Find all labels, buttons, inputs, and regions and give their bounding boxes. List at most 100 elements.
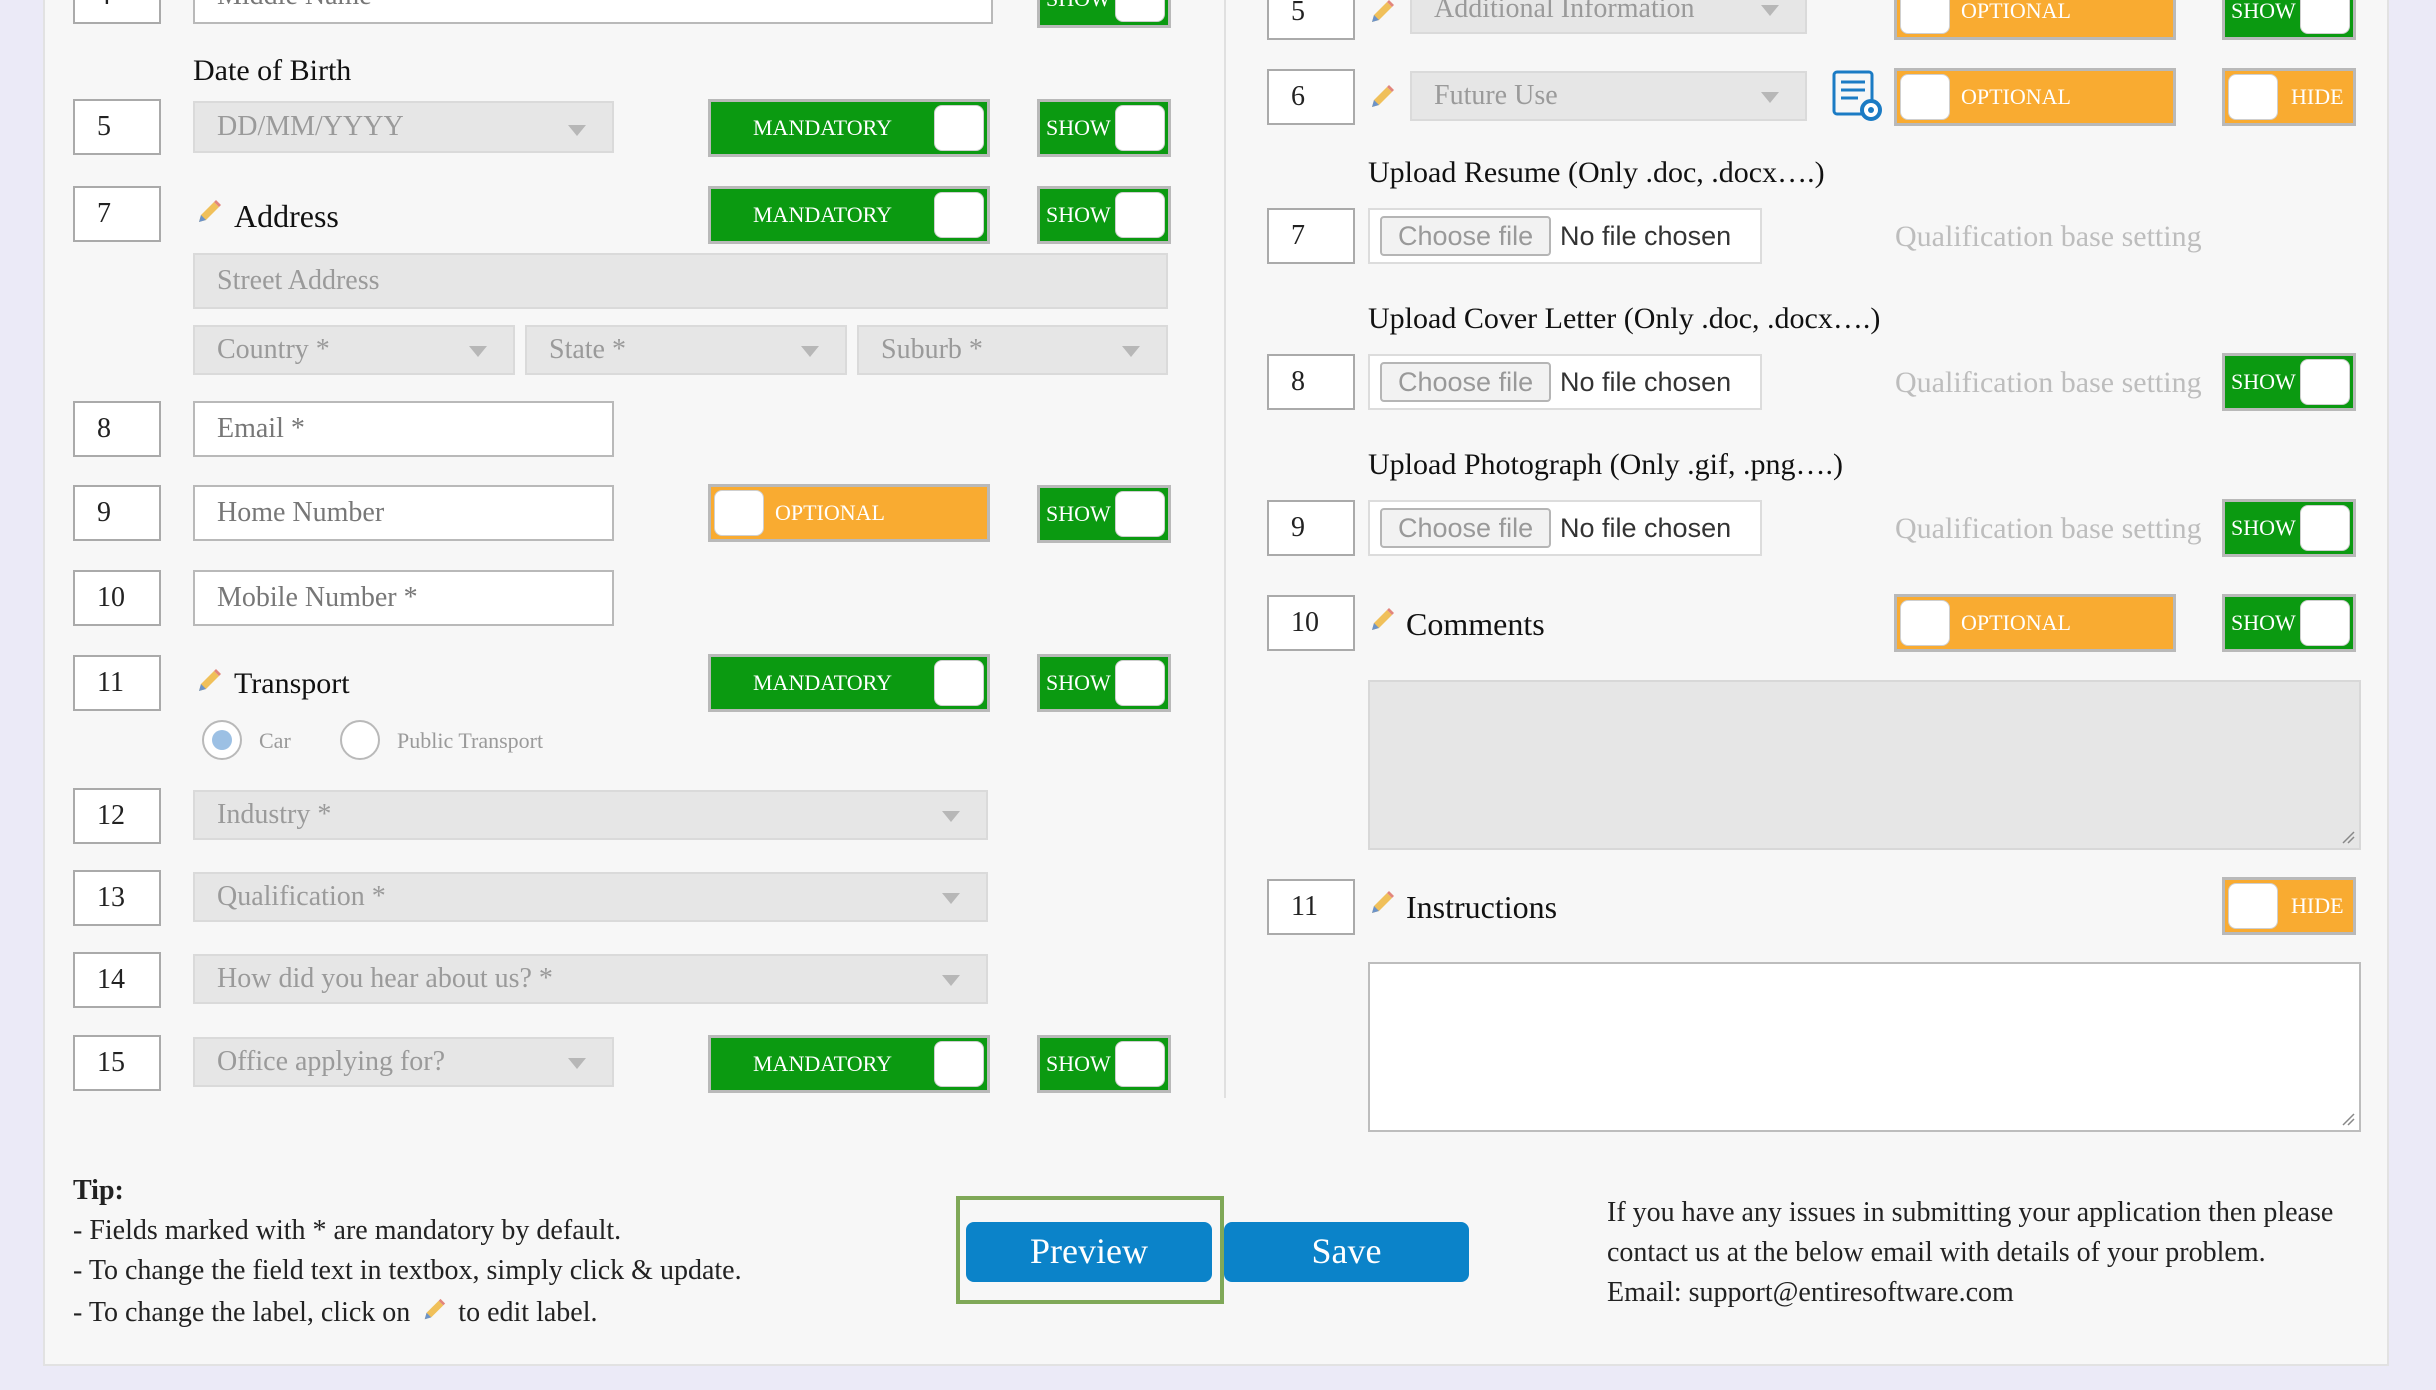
row-number-field[interactable]: 12 <box>73 788 161 844</box>
qualification-select[interactable]: Qualification * <box>193 872 988 922</box>
visibility-toggle[interactable]: SHOW <box>1037 99 1171 157</box>
choose-file-button[interactable]: Choose file <box>1380 362 1552 402</box>
pencil-icon[interactable] <box>1368 0 1396 26</box>
row-number-field[interactable]: 8 <box>1267 354 1355 410</box>
required-toggle[interactable]: MANDATORY <box>708 654 990 712</box>
row-number-field[interactable]: 13 <box>73 870 161 926</box>
required-toggle[interactable]: OPTIONAL <box>1894 594 2176 652</box>
toggle-knob <box>1115 491 1165 537</box>
resume-file-input[interactable]: Choose file No file chosen <box>1368 208 1762 264</box>
toggle-state-label: SHOW <box>1046 501 1111 526</box>
pencil-icon <box>425 1298 446 1320</box>
state-select[interactable]: State * <box>525 325 847 375</box>
chevron-down-icon <box>942 811 960 822</box>
industry-select[interactable]: Industry * <box>193 790 988 840</box>
visibility-toggle[interactable]: SHOW <box>2222 499 2356 557</box>
office-select[interactable]: Office applying for? <box>193 1037 614 1087</box>
radio-car[interactable] <box>202 720 242 760</box>
toggle-state-label: OPTIONAL <box>1961 0 2071 23</box>
dob-select[interactable]: DD/MM/YYYY <box>193 101 614 153</box>
office-placeholder: Office applying for? <box>217 1046 446 1077</box>
choose-file-button[interactable]: Choose file <box>1380 508 1552 548</box>
row-number-field[interactable]: 5 <box>73 99 161 155</box>
toggle-knob <box>714 490 764 536</box>
additional-info-select[interactable]: Additional Information <box>1410 0 1807 34</box>
row-number-field[interactable]: 7 <box>1267 208 1355 264</box>
instructions-label[interactable]: Instructions <box>1406 889 1557 926</box>
cover-letter-file-input[interactable]: Choose file No file chosen <box>1368 354 1762 410</box>
visibility-toggle[interactable]: HIDE <box>2222 877 2356 935</box>
future-use-select[interactable]: Future Use <box>1410 71 1807 121</box>
tip-title: Tip: <box>73 1175 124 1206</box>
row-number-field[interactable]: 14 <box>73 952 161 1008</box>
comments-label[interactable]: Comments <box>1406 606 1545 643</box>
choose-file-button[interactable]: Choose file <box>1380 216 1552 256</box>
radio-car-label: Car <box>259 728 291 753</box>
tip-line: - To change the field text in textbox, s… <box>73 1255 742 1286</box>
toggle-knob <box>1115 105 1165 151</box>
visibility-toggle[interactable]: SHOW <box>2222 594 2356 652</box>
row-number-field[interactable]: 11 <box>1267 879 1355 935</box>
middle-name-input[interactable]: Middle Name <box>193 0 993 24</box>
visibility-toggle[interactable]: SHOW <box>1037 654 1171 712</box>
support-text: If you have any issues in submitting you… <box>1607 1197 2334 1228</box>
row-number-field[interactable]: 9 <box>1267 500 1355 556</box>
visibility-toggle[interactable]: SHOW <box>2222 353 2356 411</box>
row-number-field[interactable]: 6 <box>1267 69 1355 125</box>
row-number-field[interactable]: 9 <box>73 485 161 541</box>
photograph-file-input[interactable]: Choose file No file chosen <box>1368 500 1762 556</box>
required-toggle[interactable]: OPTIONAL <box>1894 0 2176 40</box>
visibility-toggle[interactable]: SHOW <box>1037 0 1171 28</box>
pencil-icon[interactable] <box>1368 889 1396 917</box>
toggle-knob <box>934 105 984 151</box>
pencil-icon[interactable] <box>195 198 223 226</box>
pencil-icon[interactable] <box>1368 83 1396 111</box>
address-label[interactable]: Address <box>234 198 339 235</box>
street-address-input[interactable]: Street Address <box>193 253 1168 309</box>
row-number-field[interactable]: 8 <box>73 401 161 457</box>
chevron-down-icon <box>1122 346 1140 357</box>
toggle-knob <box>2300 505 2350 551</box>
resize-handle-icon[interactable] <box>2341 830 2355 844</box>
visibility-toggle[interactable]: SHOW <box>1037 186 1171 244</box>
transport-label[interactable]: Transport <box>234 667 350 701</box>
suburb-select[interactable]: Suburb * <box>857 325 1168 375</box>
home-number-input[interactable]: Home Number <box>193 485 614 541</box>
visibility-toggle[interactable]: SHOW <box>2222 0 2356 40</box>
row-number-field[interactable]: 11 <box>73 655 161 711</box>
row-number-field[interactable]: 5 <box>1267 0 1355 40</box>
row-number-field[interactable]: 10 <box>73 570 161 626</box>
pencil-icon[interactable] <box>195 667 223 695</box>
row-number-field[interactable]: 7 <box>73 186 161 242</box>
settings-list-icon[interactable] <box>1830 68 1886 124</box>
required-toggle[interactable]: OPTIONAL <box>708 484 990 542</box>
pencil-icon[interactable] <box>1368 606 1396 634</box>
visibility-toggle[interactable]: SHOW <box>1037 1035 1171 1093</box>
mobile-number-input[interactable]: Mobile Number * <box>193 570 614 626</box>
toggle-state-label: SHOW <box>1046 202 1111 227</box>
toggle-state-label: MANDATORY <box>753 1051 892 1076</box>
file-status: No file chosen <box>1560 367 1732 397</box>
country-select[interactable]: Country * <box>193 325 515 375</box>
toggle-knob <box>934 660 984 706</box>
email-input[interactable]: Email * <box>193 401 614 457</box>
row-number-field[interactable]: 10 <box>1267 595 1355 651</box>
required-toggle[interactable]: OPTIONAL <box>1894 68 2176 126</box>
required-toggle[interactable]: MANDATORY <box>708 186 990 244</box>
row-number-field[interactable]: 15 <box>73 1035 161 1091</box>
radio-public-transport[interactable] <box>340 720 380 760</box>
visibility-toggle[interactable]: SHOW <box>1037 485 1171 543</box>
qualification-base-setting: Qualification base setting <box>1895 366 2202 399</box>
required-toggle[interactable]: MANDATORY <box>708 1035 990 1093</box>
instructions-textarea[interactable] <box>1368 962 2361 1132</box>
toggle-state-label: HIDE <box>2291 84 2344 109</box>
visibility-toggle[interactable]: HIDE <box>2222 68 2356 126</box>
radio-public-transport-label: Public Transport <box>397 728 544 753</box>
row-number-field[interactable]: 4 <box>73 0 161 24</box>
save-button[interactable]: Save <box>1224 1222 1469 1282</box>
required-toggle[interactable]: MANDATORY <box>708 99 990 157</box>
hear-about-select[interactable]: How did you hear about us? * <box>193 954 988 1004</box>
resize-handle-icon[interactable] <box>2341 1112 2355 1126</box>
comments-textarea[interactable] <box>1368 680 2361 850</box>
preview-button[interactable]: Preview <box>966 1222 1212 1282</box>
